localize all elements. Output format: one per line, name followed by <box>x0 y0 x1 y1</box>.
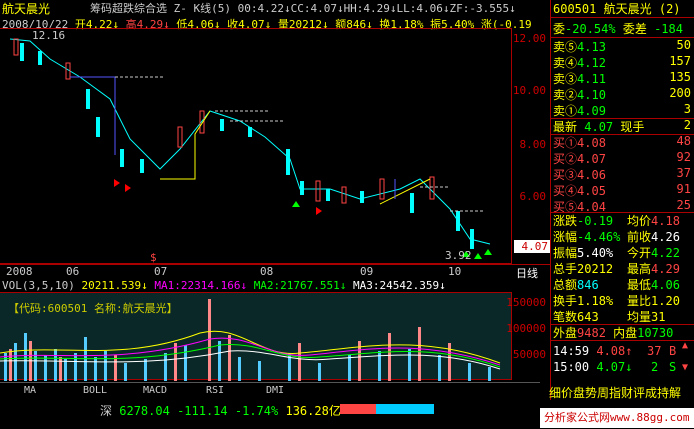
outer-inner-row: 外盘9482 内盘10730 <box>553 326 674 340</box>
tick-row: 15:00 4.07↓ 2 S <box>553 360 677 374</box>
bottom-menu-strip[interactable]: 细价盘势周指财评成持解 <box>549 384 694 400</box>
date-tick: 08 <box>260 265 274 278</box>
tab-dmi[interactable]: DMI <box>250 385 300 396</box>
index-pct: -1.74% <box>234 404 279 418</box>
stock-code-line: 【代码:600501 名称:航天晨光】 <box>8 302 178 315</box>
vol-ma1: MA1:22314.166↓ <box>154 279 248 292</box>
weibi-row: 委-20.54% 委差 -184 <box>553 20 693 36</box>
bid-row[interactable]: 买①4.08 48 <box>553 134 693 150</box>
bid-row[interactable]: 买③4.06 37 <box>553 166 693 182</box>
period-label[interactable]: 日线 <box>516 265 538 281</box>
vol-tick: 100000 <box>506 322 546 335</box>
stat-row: 总手20212 最高4.29 <box>553 262 680 276</box>
quote-code: 600501 <box>553 2 597 16</box>
dollar-marker: $ <box>150 251 157 264</box>
last-price-row: 最新 4.07 现手 2 <box>553 118 691 134</box>
vol-value: 20211.539↓ <box>81 279 148 292</box>
price-tick: 12.00 <box>512 32 546 45</box>
tick-scrollbar[interactable]: ▲ ▼ <box>682 340 692 384</box>
weicha-value: -184 <box>654 22 683 36</box>
stock-name: 航天晨光 <box>2 2 51 16</box>
watermark: 分析家公式网www.88gg.com <box>540 408 694 428</box>
ask-row[interactable]: 卖②4.10 200 <box>553 86 693 102</box>
current-price-tag: 4.07 <box>514 240 550 253</box>
quote-panel: 600501 航天晨光 (2) 委-20.54% 委差 -184 卖⑤4.13 5… <box>550 0 694 400</box>
quote-header: 600501 航天晨光 (2) <box>553 0 693 16</box>
vol-label: VOL(3,5,10) <box>2 279 75 292</box>
date-tick: 10 <box>448 265 462 278</box>
high-marker: 12.16 <box>32 29 66 42</box>
price-tick: 10.00 <box>512 84 546 97</box>
stat-row: 涨跌-0.19 均价4.18 <box>553 214 680 228</box>
quote-name: 航天晨光 <box>603 2 652 16</box>
ask-row[interactable]: 卖③4.11 135 <box>553 70 693 86</box>
price-tick: 8.00 <box>519 138 547 151</box>
date-axis: 2008 06 07 08 09 10 日线 <box>0 264 550 281</box>
volume-axis: 150000 100000 50000 <box>506 292 550 380</box>
ask-row[interactable]: 卖④4.12 157 <box>553 54 693 70</box>
index-ticker: 深 6278.04 -111.14 -1.74% 136.28亿 <box>100 402 341 419</box>
price-tick: 6.00 <box>519 190 547 203</box>
low-marker: 3.92 <box>445 249 472 262</box>
tab-macd[interactable]: MACD <box>130 385 180 396</box>
kline-svg <box>9 38 492 259</box>
vol-indicator-line: VOL(3,5,10) 20211.539↓ MA1:22314.166↓ MA… <box>2 279 446 292</box>
vol-ma3: MA3:24542.359↓ <box>353 279 446 292</box>
quote-suffix: (2) <box>658 2 681 16</box>
weibi-label: 委 <box>553 22 566 36</box>
index-value: 6278.04 <box>119 404 170 418</box>
stat-row: 总额846 最低4.06 <box>553 278 680 292</box>
price-axis: 12.00 10.00 8.00 6.00 4.07 <box>512 28 550 264</box>
date-tick: 09 <box>360 265 374 278</box>
tab-rsi[interactable]: RSI <box>190 385 240 396</box>
stat-row: 涨幅-4.46% 前收4.26 <box>553 230 680 244</box>
vol-tick: 150000 <box>506 296 546 309</box>
indicator-tabs: MA BOLL MACD RSI DMI <box>0 382 540 398</box>
date-tick: 06 <box>66 265 80 278</box>
ask-row[interactable]: 卖①4.09 3 <box>553 102 693 118</box>
vol-ma2: MA2:21767.551↓ <box>253 279 347 292</box>
stat-row: 笔数643 均量31 <box>553 310 666 324</box>
weicha-label: 委差 <box>622 22 647 36</box>
tab-boll[interactable]: BOLL <box>70 385 120 396</box>
kline-chart[interactable]: 12.16 3.92 $ <box>0 28 512 264</box>
weibi-value: -20.54% <box>565 22 616 36</box>
market-strength-bar <box>340 404 440 414</box>
index-amount: 136.28亿 <box>285 404 341 418</box>
date-tick: 2008 <box>6 265 33 278</box>
ask-row[interactable]: 卖⑤4.13 50 <box>553 38 693 54</box>
date-tick: 07 <box>154 265 168 278</box>
index-name: 深 <box>100 404 113 418</box>
stat-row: 振幅5.40% 今开4.22 <box>553 246 680 260</box>
tick-row: 14:59 4.08↑ 37 B <box>553 344 677 358</box>
stat-row: 换手1.18% 量比1.20 <box>553 294 680 308</box>
bid-row[interactable]: 买②4.07 92 <box>553 150 693 166</box>
tab-ma[interactable]: MA <box>10 385 50 396</box>
index-change: -111.14 <box>177 404 228 418</box>
bid-row[interactable]: 买④4.05 91 <box>553 182 693 198</box>
formula-line: 筹码超跌综合选 Z- K线(5) 00:4.22↓CC:4.07↓HH:4.29… <box>90 2 516 15</box>
vol-tick: 50000 <box>512 348 546 361</box>
